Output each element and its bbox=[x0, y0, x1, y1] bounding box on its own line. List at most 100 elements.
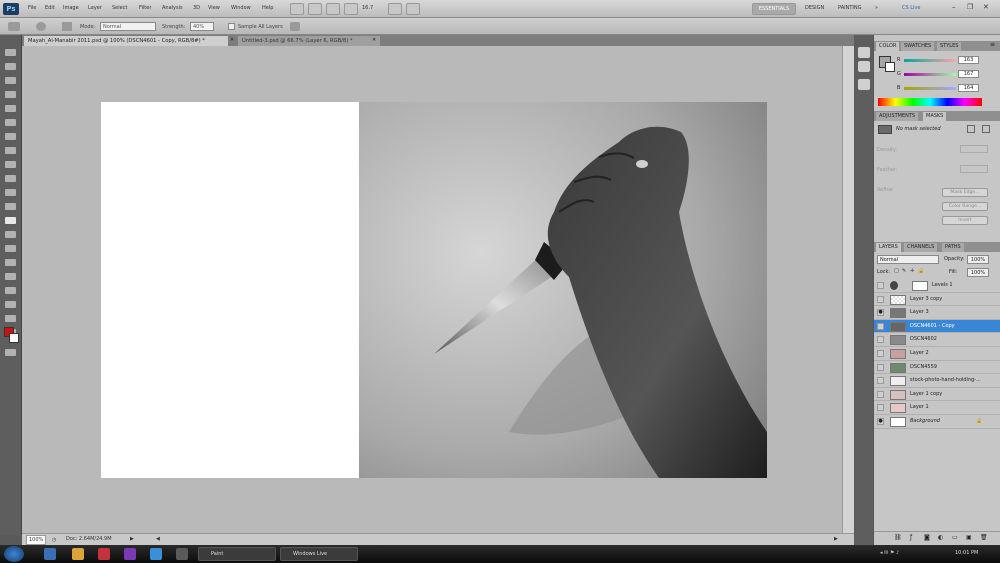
link-layers-icon[interactable]: ⛓ bbox=[894, 534, 902, 541]
tab-mayah-al-manabir[interactable]: Mayah_Al-Manabir 2011.psd @ 100% (DSCN46… bbox=[24, 36, 228, 46]
clock[interactable]: 10:01 PM bbox=[955, 550, 978, 556]
zoom-field[interactable]: 100% bbox=[26, 535, 47, 545]
layer-row[interactable]: Layer 2 bbox=[874, 347, 1000, 361]
start-button-icon[interactable] bbox=[4, 546, 24, 562]
background-color-swatch[interactable] bbox=[9, 333, 19, 343]
trash-icon[interactable]: 🗑 bbox=[980, 534, 988, 541]
menu-view[interactable]: View bbox=[208, 5, 220, 11]
tab-paths[interactable]: PATHS bbox=[942, 243, 964, 252]
background-color-swatch[interactable] bbox=[885, 62, 895, 72]
menu-analysis[interactable]: Analysis bbox=[162, 5, 183, 11]
menu-edit[interactable]: Edit bbox=[45, 5, 55, 11]
type-tool-icon[interactable] bbox=[5, 259, 16, 266]
tab-close-icon[interactable]: ✕ bbox=[372, 37, 376, 43]
zoom-tool-icon[interactable] bbox=[344, 3, 358, 15]
tab-styles[interactable]: STYLES bbox=[937, 42, 962, 51]
menu-select[interactable]: Select bbox=[112, 5, 127, 11]
dodge-tool-icon[interactable] bbox=[5, 231, 16, 238]
panel-menu-icon[interactable]: ≡ bbox=[990, 41, 995, 48]
tab-layers[interactable]: LAYERS bbox=[876, 243, 901, 252]
menu-help[interactable]: Help bbox=[262, 5, 273, 11]
new-layer-icon[interactable]: ▣ bbox=[966, 534, 972, 541]
lock-all-icon[interactable]: 🔒 bbox=[918, 268, 924, 274]
app-icon[interactable] bbox=[176, 548, 188, 560]
menu-image[interactable]: Image bbox=[63, 5, 79, 11]
layer-row[interactable]: Levels 1 bbox=[874, 279, 1000, 293]
blend-mode-select[interactable]: Normal bbox=[877, 255, 939, 264]
color-spectrum-bar[interactable] bbox=[878, 98, 982, 106]
add-pixel-mask-icon[interactable] bbox=[967, 125, 975, 133]
cs-live-button[interactable]: CS Live bbox=[902, 5, 920, 11]
channel-r-field[interactable]: 163 bbox=[958, 56, 979, 64]
taskbar-button-windows-live[interactable]: Windows Live bbox=[280, 547, 358, 561]
restore-icon[interactable]: ❐ bbox=[967, 3, 973, 11]
folder-icon[interactable] bbox=[72, 548, 84, 560]
actions-panel-icon[interactable] bbox=[858, 61, 870, 72]
3d-rotate-tool-icon[interactable] bbox=[5, 301, 16, 308]
visibility-toggle[interactable] bbox=[877, 295, 884, 303]
tray-icons[interactable]: ◂ ✉ ⚑ ♪ bbox=[880, 550, 899, 556]
tab-swatches[interactable]: SWATCHES bbox=[901, 42, 935, 51]
quick-selection-tool-icon[interactable] bbox=[5, 91, 16, 98]
layer-row[interactable]: Layer 1 copy bbox=[874, 388, 1000, 402]
tab-untitled-3[interactable]: Untitled-3.psd @ 66.7% (Layer 6, RGB/8) … bbox=[238, 36, 380, 46]
healing-brush-tool-icon[interactable] bbox=[5, 133, 16, 140]
bridge-icon[interactable] bbox=[290, 3, 304, 15]
tab-channels[interactable]: CHANNELS bbox=[904, 243, 938, 252]
layer-row-selected[interactable]: DSCN4601 - Copy bbox=[874, 319, 1000, 334]
menu-filter[interactable]: Filter bbox=[139, 5, 151, 11]
taskbar-button-paint[interactable]: Paint bbox=[198, 547, 276, 561]
new-group-icon[interactable]: ▭ bbox=[952, 534, 958, 541]
add-vector-mask-icon[interactable] bbox=[982, 125, 990, 133]
minimize-icon[interactable]: – bbox=[952, 3, 956, 11]
channel-g-field[interactable]: 167 bbox=[958, 70, 979, 78]
status-arrow-icon[interactable]: ▶ bbox=[130, 534, 134, 544]
layer-row[interactable]: ● Background 🔒 bbox=[874, 415, 1000, 429]
pressure-icon[interactable] bbox=[290, 22, 300, 31]
lock-position-icon[interactable]: ✛ bbox=[910, 268, 914, 274]
media-player-icon[interactable] bbox=[98, 548, 110, 560]
photoshop-taskbar-icon[interactable] bbox=[150, 548, 162, 560]
strength-field[interactable]: 40% bbox=[190, 22, 214, 31]
brush-tool-icon[interactable] bbox=[5, 147, 16, 154]
channel-r-slider[interactable] bbox=[904, 59, 956, 62]
close-icon[interactable]: ✕ bbox=[983, 3, 989, 11]
feather-field[interactable] bbox=[960, 165, 988, 173]
brush-panel-icon[interactable] bbox=[62, 22, 72, 31]
new-adjustment-icon[interactable]: ◐ bbox=[938, 534, 943, 541]
visibility-toggle[interactable] bbox=[877, 322, 884, 330]
eraser-tool-icon[interactable] bbox=[5, 189, 16, 196]
mini-bridge-icon[interactable] bbox=[308, 3, 322, 15]
crop-tool-icon[interactable] bbox=[5, 105, 16, 112]
lasso-tool-icon[interactable] bbox=[5, 77, 16, 84]
status-menu-icon[interactable]: ◷ bbox=[52, 535, 56, 545]
tab-close-icon[interactable]: ✕ bbox=[230, 37, 234, 43]
quick-mask-icon[interactable] bbox=[5, 349, 16, 356]
eyedropper-tool-icon[interactable] bbox=[5, 119, 16, 126]
color-range-button[interactable]: Color Range... bbox=[942, 202, 988, 211]
scroll-left-icon[interactable]: ◀ bbox=[156, 534, 160, 544]
history-panel-icon[interactable] bbox=[858, 47, 870, 58]
fill-field[interactable]: 100% bbox=[967, 268, 989, 277]
app-icon[interactable] bbox=[124, 548, 136, 560]
opacity-field[interactable]: 100% bbox=[967, 255, 989, 264]
layer-row[interactable]: DSCN4602 bbox=[874, 333, 1000, 347]
menu-3d[interactable]: 3D bbox=[193, 5, 200, 11]
visibility-toggle[interactable] bbox=[877, 363, 884, 371]
zoom-level[interactable]: 16.7 bbox=[362, 5, 373, 11]
pen-tool-icon[interactable] bbox=[5, 245, 16, 252]
tab-adjustments[interactable]: ADJUSTMENTS bbox=[876, 112, 919, 121]
menu-window[interactable]: Window bbox=[231, 5, 251, 11]
workspace-essentials-button[interactable]: ESSENTIALS bbox=[752, 3, 796, 15]
blur-tool-icon[interactable] bbox=[5, 217, 16, 224]
history-brush-tool-icon[interactable] bbox=[5, 175, 16, 182]
vertical-scrollbar[interactable] bbox=[842, 46, 854, 533]
mode-select[interactable]: Normal bbox=[100, 22, 156, 31]
layer-row[interactable]: Layer 3 copy bbox=[874, 293, 1000, 307]
visibility-toggle[interactable] bbox=[877, 282, 884, 289]
ie-icon[interactable] bbox=[44, 548, 56, 560]
lock-image-icon[interactable]: ✎ bbox=[902, 268, 906, 274]
workspace-design-button[interactable]: DESIGN bbox=[805, 5, 824, 11]
layer-row[interactable]: DSCN4559 bbox=[874, 361, 1000, 375]
visibility-toggle[interactable] bbox=[877, 350, 884, 357]
